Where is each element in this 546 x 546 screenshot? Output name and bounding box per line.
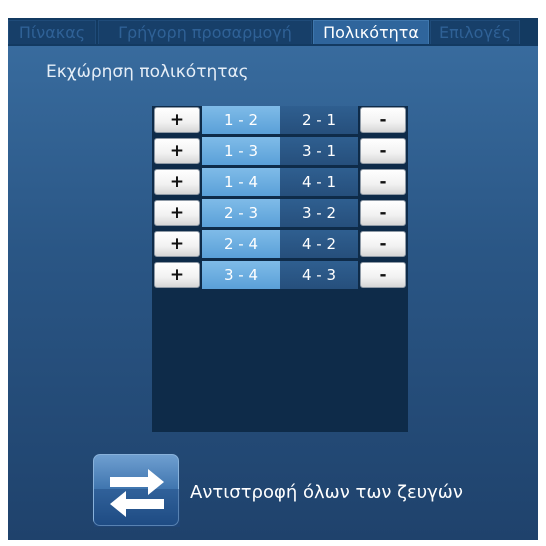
tab-bar: Πίνακας Γρήγορη προσαρμογή Πολικότητα Επ… xyxy=(8,18,538,46)
polarity-panel: Πίνακας Γρήγορη προσαρμογή Πολικότητα Επ… xyxy=(8,18,538,540)
pair-row: + 1 - 3 3 - 1 - xyxy=(152,137,408,165)
section-title: Εκχώρηση πολικότητας xyxy=(46,62,249,82)
swap-all-pairs-button[interactable] xyxy=(93,454,180,527)
swap-all-pairs-label: Αντιστροφή όλων των ζευγών xyxy=(190,482,463,503)
pair-forward[interactable]: 2 - 3 xyxy=(202,199,280,227)
pair-row: + 3 - 4 4 - 3 - xyxy=(152,261,408,289)
pair-reverse[interactable]: 4 - 3 xyxy=(280,261,358,289)
pair-reverse[interactable]: 2 - 1 xyxy=(280,106,358,134)
pair-forward[interactable]: 1 - 4 xyxy=(202,168,280,196)
pair-forward[interactable]: 1 - 2 xyxy=(202,106,280,134)
plus-button[interactable]: + xyxy=(154,169,200,195)
pair-forward[interactable]: 3 - 4 xyxy=(202,261,280,289)
minus-button[interactable]: - xyxy=(360,231,406,257)
plus-button[interactable]: + xyxy=(154,200,200,226)
pair-row: + 1 - 2 2 - 1 - xyxy=(152,106,408,134)
pair-forward[interactable]: 1 - 3 xyxy=(202,137,280,165)
pair-forward[interactable]: 2 - 4 xyxy=(202,230,280,258)
plus-button[interactable]: + xyxy=(154,107,200,133)
pair-row: + 1 - 4 4 - 1 - xyxy=(152,168,408,196)
minus-button[interactable]: - xyxy=(360,138,406,164)
minus-button[interactable]: - xyxy=(360,107,406,133)
pair-reverse[interactable]: 4 - 1 xyxy=(280,168,358,196)
pair-row: + 2 - 3 3 - 2 - xyxy=(152,199,408,227)
pair-reverse[interactable]: 3 - 1 xyxy=(280,137,358,165)
tab-polarity[interactable]: Πολικότητα xyxy=(313,20,429,44)
pair-reverse[interactable]: 3 - 2 xyxy=(280,199,358,227)
polarity-pair-list: + 1 - 2 2 - 1 - + 1 - 3 3 - 1 - + 1 - 4 … xyxy=(152,106,408,432)
tab-quick-adjust[interactable]: Γρήγορη προσαρμογή xyxy=(98,20,312,44)
pair-row: + 2 - 4 4 - 2 - xyxy=(152,230,408,258)
app-frame: Πίνακας Γρήγορη προσαρμογή Πολικότητα Επ… xyxy=(0,0,546,546)
tab-table[interactable]: Πίνακας xyxy=(8,20,96,44)
plus-button[interactable]: + xyxy=(154,138,200,164)
minus-button[interactable]: - xyxy=(360,262,406,288)
plus-button[interactable]: + xyxy=(154,231,200,257)
minus-button[interactable]: - xyxy=(360,200,406,226)
swap-arrows-icon xyxy=(94,469,180,527)
pair-reverse[interactable]: 4 - 2 xyxy=(280,230,358,258)
plus-button[interactable]: + xyxy=(154,262,200,288)
tab-options[interactable]: Επιλογές xyxy=(430,20,520,44)
minus-button[interactable]: - xyxy=(360,169,406,195)
